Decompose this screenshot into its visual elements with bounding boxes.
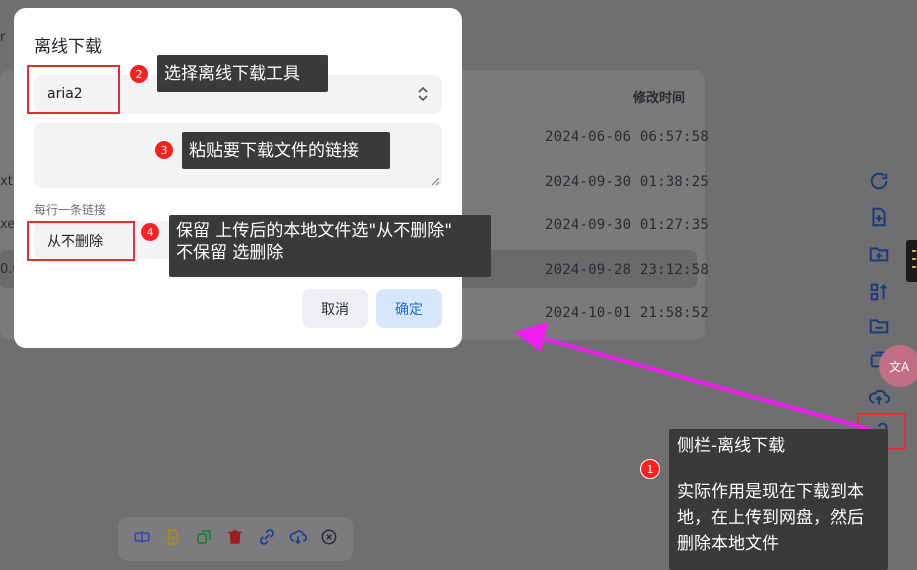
callout-2-text: 选择离线下载工具: [164, 64, 300, 84]
callout-4: 保留 上传后的本地文件选"从不删除" 不保留 选删除: [169, 215, 491, 277]
badge-3: 3: [154, 140, 174, 160]
callout-3: 粘贴要下载文件的链接: [182, 132, 390, 169]
badge-1: 1: [640, 459, 660, 479]
callout-4-line1: 保留 上传后的本地文件选"从不删除": [176, 221, 453, 241]
callout-1-body: 实际作用是现在下载到本地，在上传到网盘，然后删除本地文件: [677, 482, 864, 554]
callout-2: 选择离线下载工具: [157, 55, 328, 92]
callout-3-text: 粘贴要下载文件的链接: [189, 141, 359, 161]
callout-1-title: 侧栏-离线下载: [677, 436, 786, 456]
callout-4-line2: 不保留 选删除: [176, 243, 284, 263]
callout-1: 侧栏-离线下载 实际作用是现在下载到本地，在上传到网盘，然后删除本地文件: [669, 429, 888, 570]
badge-4: 4: [140, 222, 160, 242]
badge-2: 2: [129, 64, 149, 84]
